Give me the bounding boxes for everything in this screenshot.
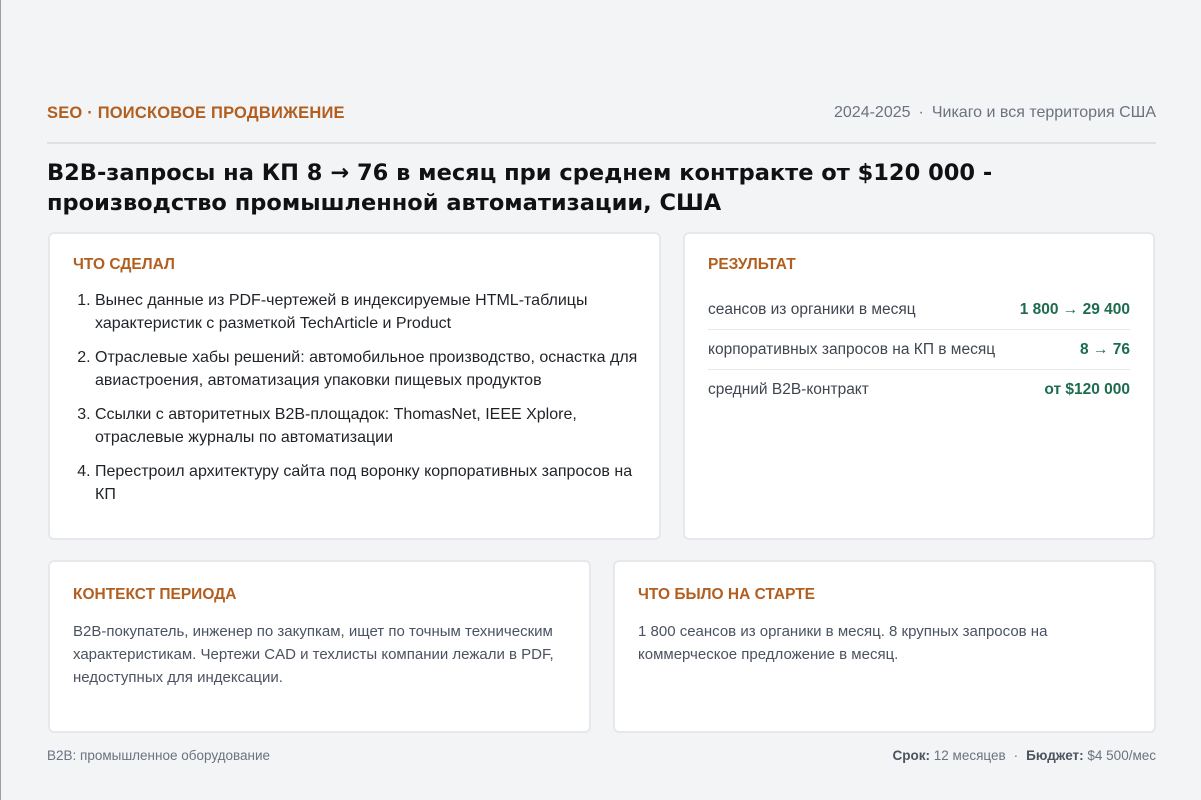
list-item: Перестроил архитектуру сайта под воронку… xyxy=(95,460,639,506)
separator-dot: · xyxy=(1013,748,1019,763)
card-title-start: ЧТО БЫЛО НА СТАРТЕ xyxy=(638,586,816,603)
start-text: 1 800 сеансов из органики в месяц. 8 кру… xyxy=(638,623,1048,663)
budget-value: $4 500/мес xyxy=(1087,748,1156,763)
footer: B2B: промышленное оборудование Срок: 12 … xyxy=(47,748,1156,763)
context-text: B2B-покупатель, инженер по закупкам, ище… xyxy=(73,623,554,686)
list-item: Ссылки с авторитетных B2B-площадок: Thom… xyxy=(95,403,639,449)
result-value: от $120 000 xyxy=(1044,381,1130,398)
category-tag: SEO · ПОИСКОВОЕ ПРОДВИЖЕНИЕ xyxy=(47,104,345,122)
card-result: РЕЗУЛЬТАТ сеансов из органики в месяц 1 … xyxy=(683,232,1155,540)
period-text: 2024-2025 xyxy=(834,104,911,121)
industry-text: B2B: промышленное оборудование xyxy=(47,748,271,763)
list-item: Вынес данные из PDF-чертежей в индексиру… xyxy=(95,289,639,335)
term-label: Срок: xyxy=(892,748,931,763)
result-label: средний B2B-контракт xyxy=(708,381,869,398)
card-title-what-done: ЧТО СДЕЛАЛ xyxy=(73,256,175,273)
result-row: сеансов из органики в месяц 1 800 → 29 4… xyxy=(708,290,1130,330)
top-bar: SEO · ПОИСКОВОЕ ПРОДВИЖЕНИЕ 2024-2025 · Чи… xyxy=(47,104,1156,144)
location-text: Чикаго и вся территория США xyxy=(931,104,1156,121)
term-value: 12 месяцев xyxy=(933,748,1006,763)
result-table: сеансов из органики в месяц 1 800 → 29 4… xyxy=(708,290,1130,410)
card-what-done: ЧТО СДЕЛАЛ Вынес данные из PDF-чертежей … xyxy=(48,232,661,540)
result-row: средний B2B-контракт от $120 000 xyxy=(708,370,1130,410)
result-label: сеансов из органики в месяц xyxy=(708,300,916,318)
meta-info: 2024-2025 · Чикаго и вся территория США xyxy=(834,104,1156,122)
card-title-result: РЕЗУЛЬТАТ xyxy=(708,256,796,273)
result-row: корпоративных запросов на КП в месяц 8 →… xyxy=(708,330,1130,370)
budget-label: Бюджет: xyxy=(1026,748,1084,763)
result-label: корпоративных запросов на КП в месяц xyxy=(708,340,996,358)
list-item: Отраслевые хабы решений: автомобильное п… xyxy=(95,346,639,392)
card-start: ЧТО БЫЛО НА СТАРТЕ 1 800 сеансов из орга… xyxy=(613,560,1156,733)
card-title-context: КОНТЕКСТ ПЕРИОДА xyxy=(73,586,237,603)
steps-list: Вынес данные из PDF-чертежей в индексиру… xyxy=(73,289,639,517)
separator-dot: · xyxy=(918,104,924,121)
card-context: КОНТЕКСТ ПЕРИОДА B2B-покупатель, инженер… xyxy=(48,560,591,733)
page-title: B2B-запросы на КП 8 → 76 в месяц при сре… xyxy=(47,160,993,216)
terms: Срок: 12 месяцев · Бюджет: $4 500/мес xyxy=(893,748,1156,763)
result-value: 8 → 76 xyxy=(1080,340,1130,358)
result-value: 1 800 → 29 400 xyxy=(1019,300,1130,318)
